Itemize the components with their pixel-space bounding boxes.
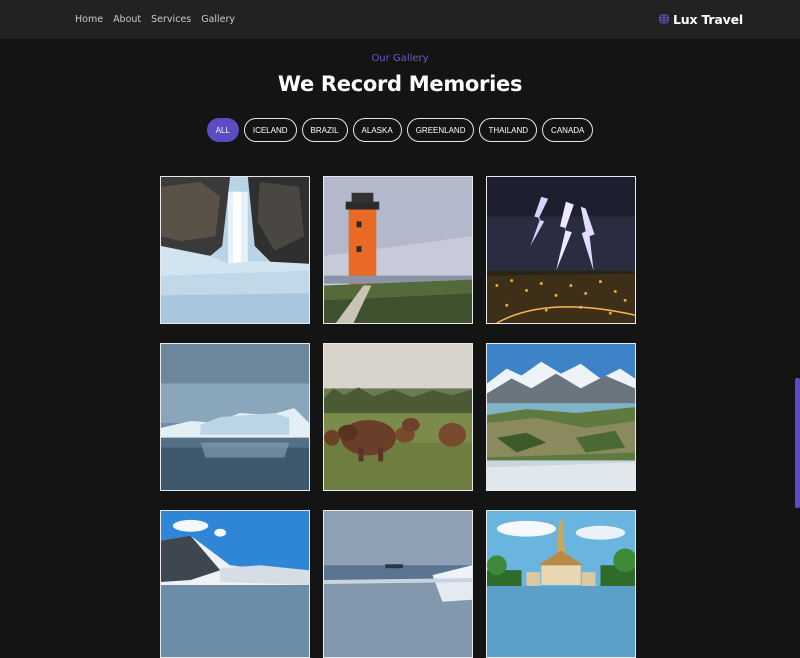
nav-link-gallery[interactable]: Gallery bbox=[201, 14, 235, 25]
scrollbar-thumb[interactable] bbox=[795, 378, 800, 508]
capybaras-photo[interactable] bbox=[323, 343, 473, 491]
waterfall-photo[interactable] bbox=[160, 176, 310, 324]
filter-all[interactable]: ALL bbox=[206, 118, 239, 142]
nav-links: Home About Services Gallery bbox=[75, 0, 235, 39]
filter-canada[interactable]: CANADA bbox=[542, 118, 594, 142]
nav-link-about[interactable]: About bbox=[113, 14, 141, 25]
filter-greenland[interactable]: GREENLAND bbox=[406, 118, 475, 142]
section-title: We Record Memories bbox=[277, 72, 523, 96]
icy-sea-ship-photo[interactable] bbox=[323, 510, 473, 658]
filter-bar: ALL ICELAND BRAZIL ALASKA GREENLAND THAI… bbox=[0, 118, 800, 142]
brand-name: Lux Travel bbox=[673, 11, 743, 27]
lightning-city-photo[interactable] bbox=[486, 176, 636, 324]
temple-photo[interactable] bbox=[486, 510, 636, 658]
navbar: Home About Services Gallery Lux Travel bbox=[0, 0, 800, 39]
snowy-mountains-photo[interactable] bbox=[160, 510, 310, 658]
nav-link-services[interactable]: Services bbox=[151, 14, 191, 25]
section-subtitle: Our Gallery bbox=[371, 53, 429, 64]
nav-link-home[interactable]: Home bbox=[75, 14, 103, 25]
filter-thailand[interactable]: THAILAND bbox=[479, 118, 538, 142]
filter-brazil[interactable]: BRAZIL bbox=[301, 118, 348, 142]
brand-logo[interactable]: Lux Travel bbox=[658, 10, 743, 28]
globe-icon bbox=[658, 13, 670, 25]
filter-iceland[interactable]: ICELAND bbox=[243, 118, 297, 142]
gallery-grid bbox=[160, 176, 636, 658]
lighthouse-photo[interactable] bbox=[323, 176, 473, 324]
iceberg-photo[interactable] bbox=[160, 343, 310, 491]
filter-alaska[interactable]: ALASKA bbox=[352, 118, 402, 142]
mountain-lake-photo[interactable] bbox=[486, 343, 636, 491]
